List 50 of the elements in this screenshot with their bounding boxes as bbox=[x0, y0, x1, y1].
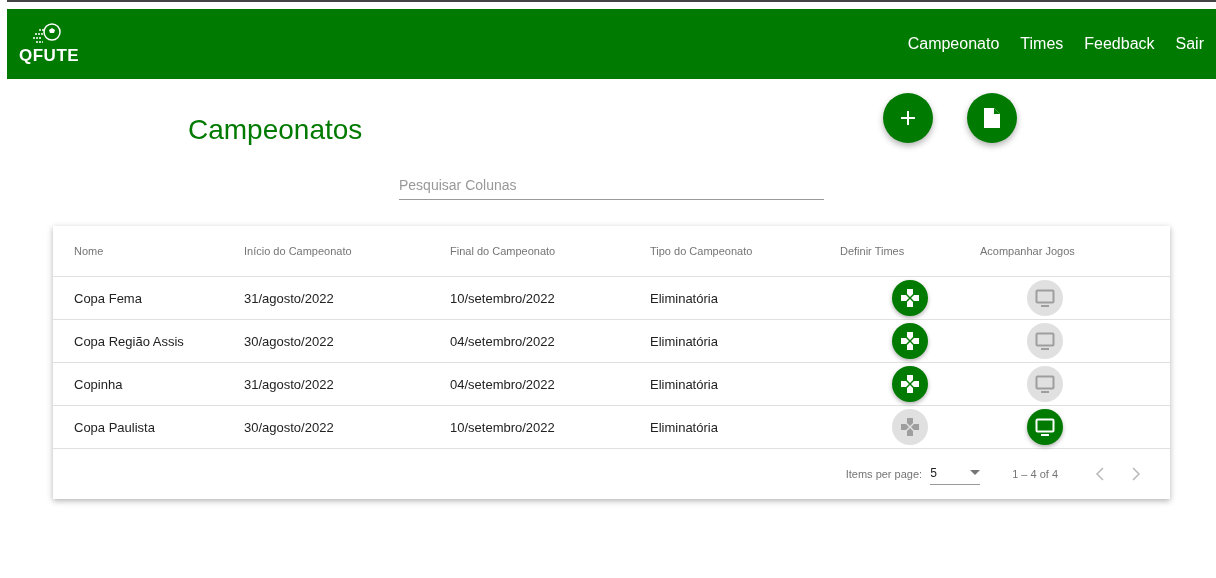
define-teams-button[interactable] bbox=[892, 280, 928, 316]
define-teams-button[interactable] bbox=[892, 366, 928, 402]
follow-games-button[interactable] bbox=[1027, 409, 1063, 445]
monitor-icon bbox=[1035, 375, 1055, 393]
table-cell: Eliminatória bbox=[650, 419, 718, 435]
define-teams-button[interactable] bbox=[892, 323, 928, 359]
column-header: Acompanhar Jogos bbox=[980, 245, 1075, 257]
nav-link[interactable]: Sair bbox=[1175, 35, 1204, 53]
gamepad-icon bbox=[901, 418, 919, 436]
table-cell: Copa Paulista bbox=[74, 419, 155, 435]
gamepad-icon bbox=[901, 289, 919, 307]
nav-link[interactable]: Campeonato bbox=[907, 35, 1000, 53]
column-header: Início do Campeonato bbox=[244, 245, 352, 257]
logo-text: QFUTE bbox=[19, 46, 80, 66]
table-cell: 31/agosto/2022 bbox=[244, 290, 334, 306]
table-cell: 10/setembro/2022 bbox=[450, 290, 555, 306]
gamepad-icon bbox=[901, 332, 919, 350]
gamepad-icon bbox=[901, 375, 919, 393]
column-header: Final do Campeonato bbox=[450, 245, 556, 257]
document-button[interactable] bbox=[967, 93, 1018, 143]
plus-icon bbox=[900, 110, 917, 126]
nav-link[interactable]: Feedback bbox=[1084, 35, 1155, 53]
table-cell: Eliminatória bbox=[650, 376, 718, 392]
page-title: Campeonatos bbox=[188, 114, 363, 146]
table-cell: Eliminatória bbox=[650, 333, 718, 349]
table-cell: Copa Região Assis bbox=[74, 333, 184, 349]
monitor-icon bbox=[1035, 418, 1055, 436]
table-cell: 30/agosto/2022 bbox=[244, 419, 334, 435]
page-range: 1 – 4 of 4 bbox=[1012, 468, 1058, 480]
monitor-icon bbox=[1035, 289, 1055, 307]
table-cell: Copa Fema bbox=[74, 290, 142, 306]
add-button[interactable] bbox=[883, 93, 934, 143]
chevron-right-icon bbox=[1131, 467, 1141, 481]
table-cell: 30/agosto/2022 bbox=[244, 333, 334, 349]
table-cell: 10/setembro/2022 bbox=[450, 419, 555, 435]
column-header: Tipo do Campeonato bbox=[650, 245, 753, 257]
column-header: Nome bbox=[74, 245, 104, 257]
table-cell: 04/setembro/2022 bbox=[450, 376, 555, 392]
page-size-select[interactable]: 5 bbox=[930, 463, 981, 485]
caret-icon bbox=[970, 470, 981, 475]
chevron-left-icon bbox=[1095, 467, 1105, 481]
table-cell: Eliminatória bbox=[650, 290, 718, 306]
table-cell: Copinha bbox=[74, 376, 123, 392]
table-cell: 31/agosto/2022 bbox=[244, 376, 334, 392]
document-icon bbox=[984, 108, 1001, 128]
items-per-page-label: Items per page: bbox=[845, 468, 923, 480]
monitor-icon bbox=[1035, 332, 1055, 350]
nav-link[interactable]: Times bbox=[1020, 35, 1064, 53]
column-header: Definir Times bbox=[840, 245, 905, 257]
table-cell: 04/setembro/2022 bbox=[450, 333, 555, 349]
